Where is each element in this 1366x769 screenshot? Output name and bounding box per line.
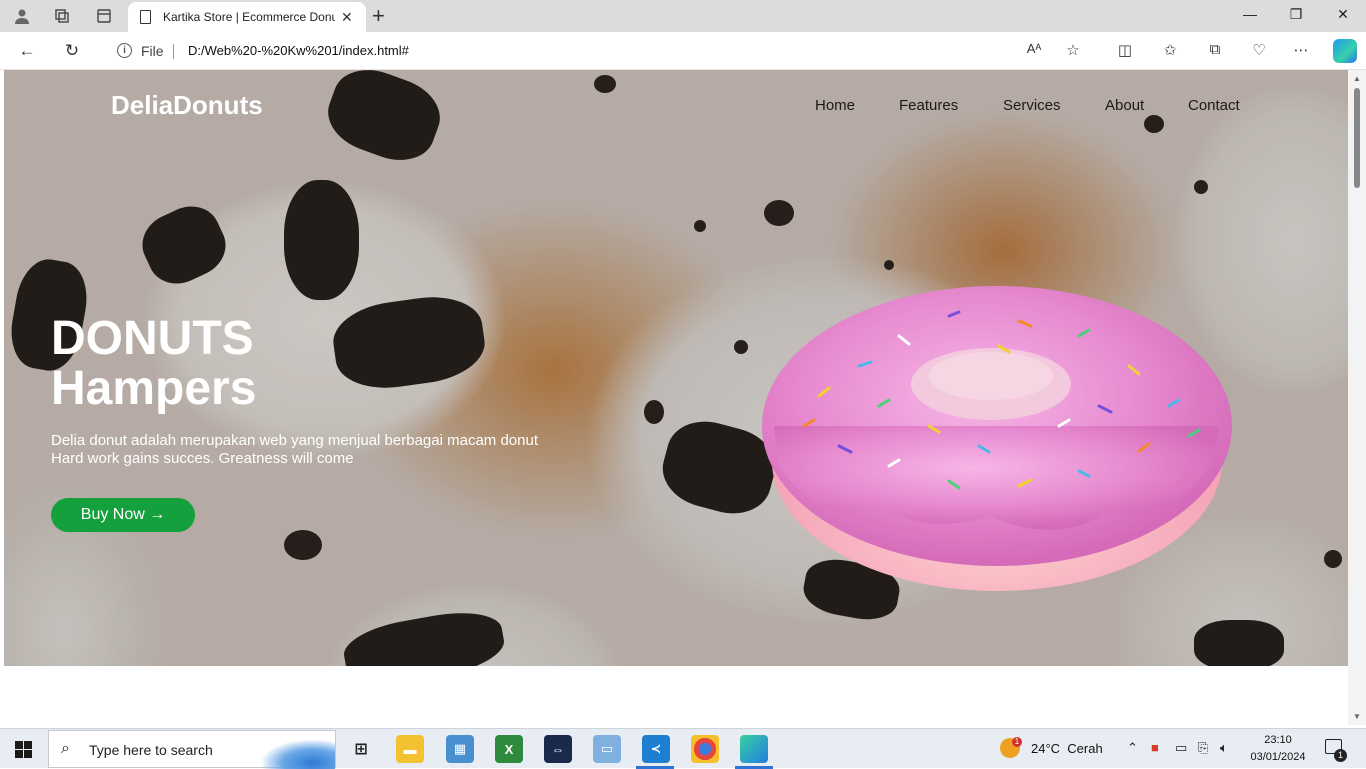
file-explorer-icon[interactable]: ▬ xyxy=(396,735,424,763)
display-icon[interactable]: ▭ xyxy=(1175,740,1187,756)
collections-icon[interactable]: ⧉ xyxy=(1204,41,1226,58)
new-tab-button[interactable]: + xyxy=(372,3,385,29)
hero-title: DONUTS Hampers xyxy=(51,314,256,414)
nav-link-services[interactable]: Services xyxy=(1003,97,1061,114)
clock-date: 03/01/2024 xyxy=(1250,751,1306,763)
task-view-icon[interactable]: ⊞ xyxy=(347,735,375,763)
windows-taskbar: ⌕ Type here to search ⊞ ▬ ▦ X ⇔ ▭ ≺ 1 24… xyxy=(0,728,1366,769)
minimize-icon[interactable]: — xyxy=(1240,6,1260,22)
tab-close-icon[interactable]: ✕ xyxy=(341,9,353,26)
pink-donut-image xyxy=(762,286,1232,591)
copilot-icon[interactable] xyxy=(1333,39,1357,63)
browser-toolbar: ← ↻ i File D:/Web%20-%20Kw%201/index.htm… xyxy=(0,32,1366,70)
network-icon[interactable]: ⎘ xyxy=(1198,740,1208,756)
clock-time: 23:10 xyxy=(1264,734,1292,746)
taskbar-search-input[interactable]: ⌕ Type here to search xyxy=(48,730,336,769)
weather-condition: Cerah xyxy=(1067,741,1103,756)
address-separator xyxy=(173,44,174,59)
close-window-icon[interactable]: ✕ xyxy=(1333,6,1353,23)
nav-link-home[interactable]: Home xyxy=(815,97,855,114)
tab-title: Kartika Store | Ecommerce Donut xyxy=(163,10,335,24)
scroll-down-icon[interactable]: ▼ xyxy=(1353,712,1361,721)
hero-title-line2: Hampers xyxy=(51,362,257,415)
tab-active[interactable]: Kartika Store | Ecommerce Donut ✕ xyxy=(128,2,366,32)
volume-icon[interactable]: 🔈︎ xyxy=(1220,740,1228,756)
tray-app-icon[interactable]: ■ xyxy=(1151,740,1159,755)
refresh-icon[interactable]: ↻ xyxy=(61,41,83,61)
hero-section: DeliaDonuts Home Features Services About… xyxy=(4,70,1348,666)
address-scheme-label[interactable]: File xyxy=(141,43,164,59)
site-logo[interactable]: DeliaDonuts xyxy=(111,90,263,121)
search-placeholder: Type here to search xyxy=(89,742,213,758)
page-icon xyxy=(140,10,151,24)
profile-icon[interactable] xyxy=(12,6,32,26)
vscode-icon[interactable]: ≺ xyxy=(642,735,670,763)
tab-actions-icon[interactable] xyxy=(94,6,114,26)
favorites-icon[interactable]: ✩ xyxy=(1159,41,1181,59)
show-hidden-icons-icon[interactable]: ⌃ xyxy=(1127,740,1138,756)
address-bar-url[interactable]: D:/Web%20-%20Kw%201/index.html# xyxy=(188,43,409,58)
split-screen-icon[interactable]: ◫ xyxy=(1114,41,1136,59)
notification-count-badge: 1 xyxy=(1334,749,1347,762)
hero-desc-line2: Hard work gains succes. Greatness will c… xyxy=(51,450,354,467)
hero-title-line1: DONUTS xyxy=(51,312,254,365)
restore-icon[interactable]: ❐ xyxy=(1286,6,1306,23)
more-options-icon[interactable]: ⋯ xyxy=(1290,41,1312,59)
teamviewer-icon[interactable]: ⇔ xyxy=(544,735,572,763)
back-icon[interactable]: ← xyxy=(16,41,38,61)
scroll-thumb[interactable] xyxy=(1354,88,1360,188)
window-app-icon[interactable]: ▭ xyxy=(593,735,621,763)
weather-temp: 24°C xyxy=(1031,741,1061,756)
windows-start-icon[interactable] xyxy=(15,741,32,758)
search-highlight-image xyxy=(260,739,335,769)
hero-desc-line1: Delia donut adalah merupakan web yang me… xyxy=(51,432,538,449)
nav-link-about[interactable]: About xyxy=(1105,97,1144,114)
buy-now-button[interactable]: Buy Now → xyxy=(51,498,195,532)
control-panel-icon[interactable]: ▦ xyxy=(446,735,474,763)
nav-link-contact[interactable]: Contact xyxy=(1188,97,1240,114)
nav-link-features[interactable]: Features xyxy=(899,97,958,114)
browser-tab-strip: Kartika Store | Ecommerce Donut ✕ + — ❐ … xyxy=(0,0,1366,32)
site-info-icon[interactable]: i xyxy=(117,43,132,58)
workspaces-icon[interactable] xyxy=(52,6,72,26)
edge-icon[interactable] xyxy=(740,735,768,763)
scroll-up-icon[interactable]: ▲ xyxy=(1353,74,1361,83)
chrome-icon[interactable] xyxy=(691,735,719,763)
hero-description: Delia donut adalah merupakan web yang me… xyxy=(51,432,611,468)
read-aloud-icon[interactable]: Aᴬ xyxy=(1023,41,1045,56)
search-icon: ⌕ xyxy=(61,740,70,757)
spreadsheet-app-icon[interactable]: X xyxy=(495,735,523,763)
favorite-star-icon[interactable]: ☆ xyxy=(1062,41,1084,59)
taskbar-clock[interactable]: 23:10 03/01/2024 xyxy=(1248,732,1308,766)
page-scrollbar[interactable]: ▲ ▼ xyxy=(1348,70,1366,725)
weather-alert-badge: 1 xyxy=(1012,737,1022,747)
weather-widget[interactable]: 24°C Cerah xyxy=(1031,741,1103,756)
browser-essentials-icon[interactable]: ♡ xyxy=(1248,41,1270,59)
page-viewport: DeliaDonuts Home Features Services About… xyxy=(4,70,1348,725)
